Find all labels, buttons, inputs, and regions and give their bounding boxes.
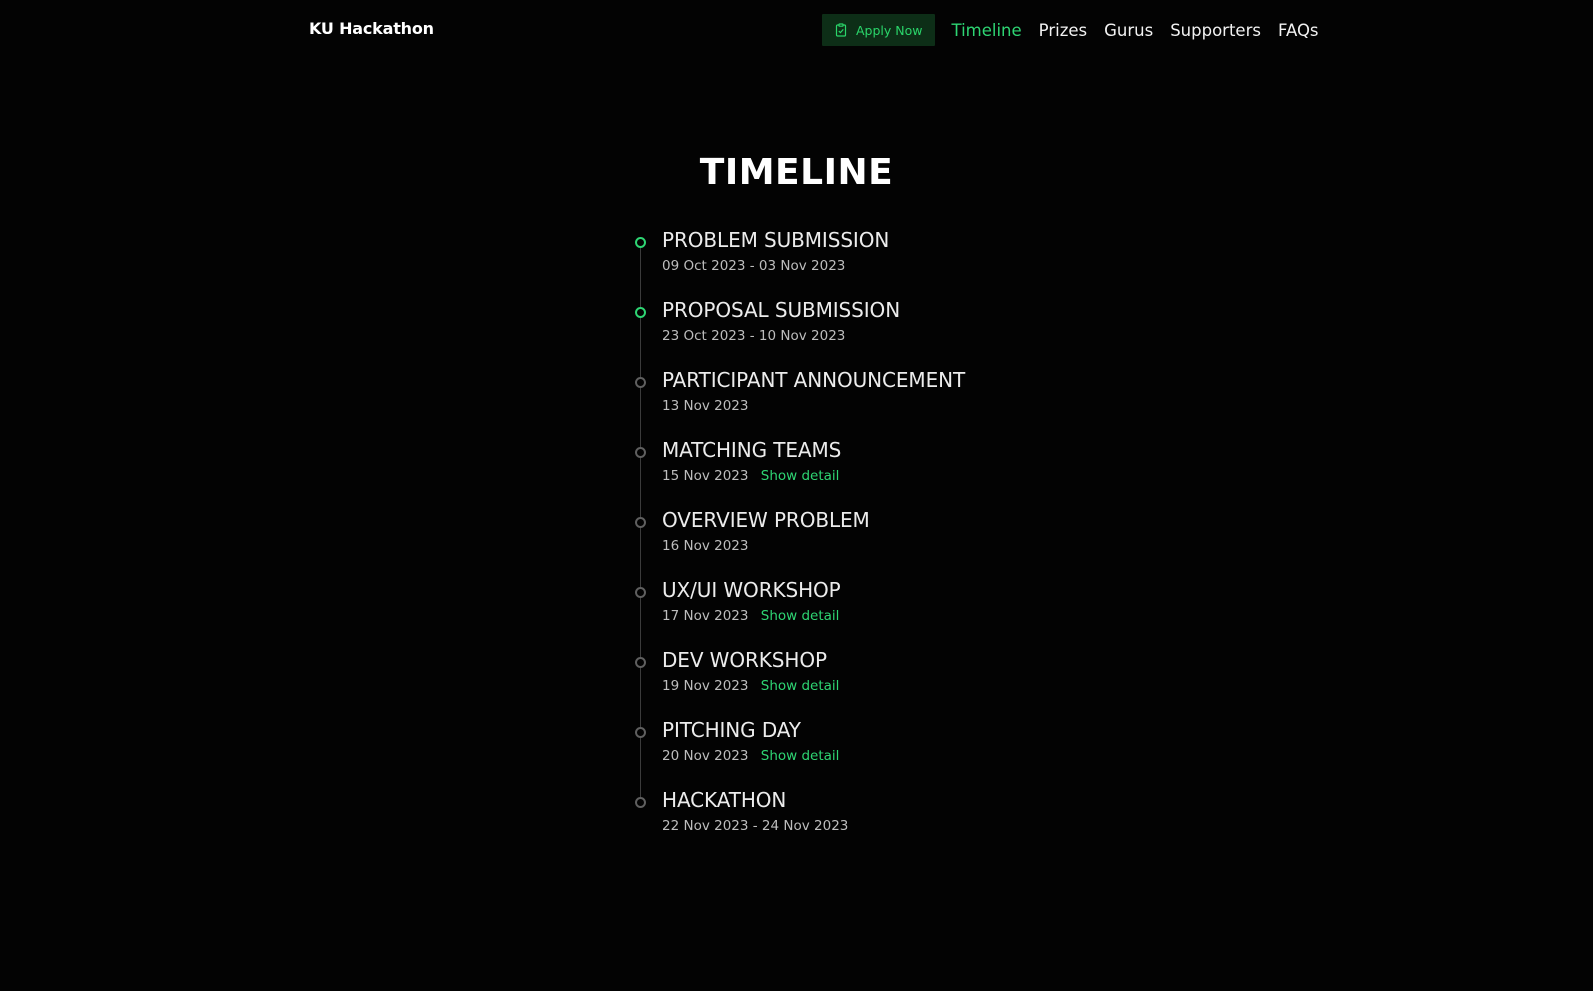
clipboard-icon <box>834 23 848 37</box>
page-title: TIMELINE <box>699 152 894 193</box>
timeline-item-meta: 09 Oct 2023 - 03 Nov 2023 <box>662 258 845 274</box>
timeline-item-date: 22 Nov 2023 - 24 Nov 2023 <box>662 818 849 834</box>
timeline-item-title: PROBLEM SUBMISSION <box>662 228 890 252</box>
show-detail-link[interactable]: Show detail <box>761 608 840 624</box>
timeline-dot-icon <box>635 797 646 808</box>
apply-now-button[interactable]: Apply Now <box>822 14 935 46</box>
timeline-item-meta: 19 Nov 2023 Show detail <box>662 678 839 694</box>
timeline-item: PROPOSAL SUBMISSION 23 Oct 2023 - 10 Nov… <box>634 298 1134 370</box>
timeline-item-title: PROPOSAL SUBMISSION <box>662 298 901 322</box>
brand-logo-text[interactable]: KU Hackathon <box>309 19 434 38</box>
apply-now-label: Apply Now <box>856 22 923 38</box>
timeline-item-title: DEV WORKSHOP <box>662 648 827 672</box>
nav-link-supporters[interactable]: Supporters <box>1170 21 1261 40</box>
nav-link-prizes[interactable]: Prizes <box>1039 21 1087 40</box>
timeline-dot-icon <box>635 517 646 528</box>
timeline-item-meta: 17 Nov 2023 Show detail <box>662 608 839 624</box>
timeline-item-date: 17 Nov 2023 <box>662 608 749 624</box>
timeline-item-meta: 16 Nov 2023 <box>662 538 748 554</box>
timeline-item: OVERVIEW PROBLEM 16 Nov 2023 <box>634 508 1134 580</box>
nav-link-timeline[interactable]: Timeline <box>952 21 1022 40</box>
timeline-item-date: 15 Nov 2023 <box>662 468 749 484</box>
timeline-item: UX/UI WORKSHOP 17 Nov 2023 Show detail <box>634 578 1134 650</box>
timeline-item: MATCHING TEAMS 15 Nov 2023 Show detail <box>634 438 1134 510</box>
timeline-item: HACKATHON 22 Nov 2023 - 24 Nov 2023 <box>634 788 1134 860</box>
timeline-item-title: PITCHING DAY <box>662 718 801 742</box>
timeline-item-meta: 15 Nov 2023 Show detail <box>662 468 839 484</box>
nav-link-gurus[interactable]: Gurus <box>1104 21 1153 40</box>
timeline-item-meta: 13 Nov 2023 <box>662 398 748 414</box>
timeline-dot-icon <box>635 657 646 668</box>
timeline-item-date: 20 Nov 2023 <box>662 748 749 764</box>
timeline-list: PROBLEM SUBMISSION 09 Oct 2023 - 03 Nov … <box>634 228 1134 860</box>
timeline-item-date: 19 Nov 2023 <box>662 678 749 694</box>
timeline-dot-icon <box>635 237 646 248</box>
timeline-item-date: 13 Nov 2023 <box>662 398 749 414</box>
show-detail-link[interactable]: Show detail <box>761 468 840 484</box>
timeline-dot-icon <box>635 727 646 738</box>
timeline-item: DEV WORKSHOP 19 Nov 2023 Show detail <box>634 648 1134 720</box>
timeline-item-title: PARTICIPANT ANNOUNCEMENT <box>662 368 966 392</box>
timeline-dot-icon <box>635 377 646 388</box>
timeline-item-title: HACKATHON <box>662 788 787 812</box>
timeline-item-title: OVERVIEW PROBLEM <box>662 508 870 532</box>
timeline-item-title: MATCHING TEAMS <box>662 438 842 462</box>
timeline-item-meta: 20 Nov 2023 Show detail <box>662 748 839 764</box>
timeline-item-date: 16 Nov 2023 <box>662 538 749 554</box>
nav-link-faqs[interactable]: FAQs <box>1278 21 1319 40</box>
nav-menu: Apply Now Timeline Prizes Gurus Supporte… <box>822 14 1319 46</box>
timeline-item: PARTICIPANT ANNOUNCEMENT 13 Nov 2023 <box>634 368 1134 440</box>
timeline-item-meta: 22 Nov 2023 - 24 Nov 2023 <box>662 818 848 834</box>
timeline-item-title: UX/UI WORKSHOP <box>662 578 841 602</box>
timeline-dot-icon <box>635 307 646 318</box>
timeline-dot-icon <box>635 447 646 458</box>
timeline-item-date: 23 Oct 2023 - 10 Nov 2023 <box>662 328 846 344</box>
show-detail-link[interactable]: Show detail <box>761 678 840 694</box>
top-navbar: KU Hackathon Apply Now Timeline Prizes G… <box>0 0 1593 58</box>
timeline-dot-icon <box>635 587 646 598</box>
timeline-item-meta: 23 Oct 2023 - 10 Nov 2023 <box>662 328 845 344</box>
show-detail-link[interactable]: Show detail <box>761 748 840 764</box>
timeline-item: PROBLEM SUBMISSION 09 Oct 2023 - 03 Nov … <box>634 228 1134 300</box>
timeline-item-date: 09 Oct 2023 - 03 Nov 2023 <box>662 258 846 274</box>
timeline-item: PITCHING DAY 20 Nov 2023 Show detail <box>634 718 1134 790</box>
